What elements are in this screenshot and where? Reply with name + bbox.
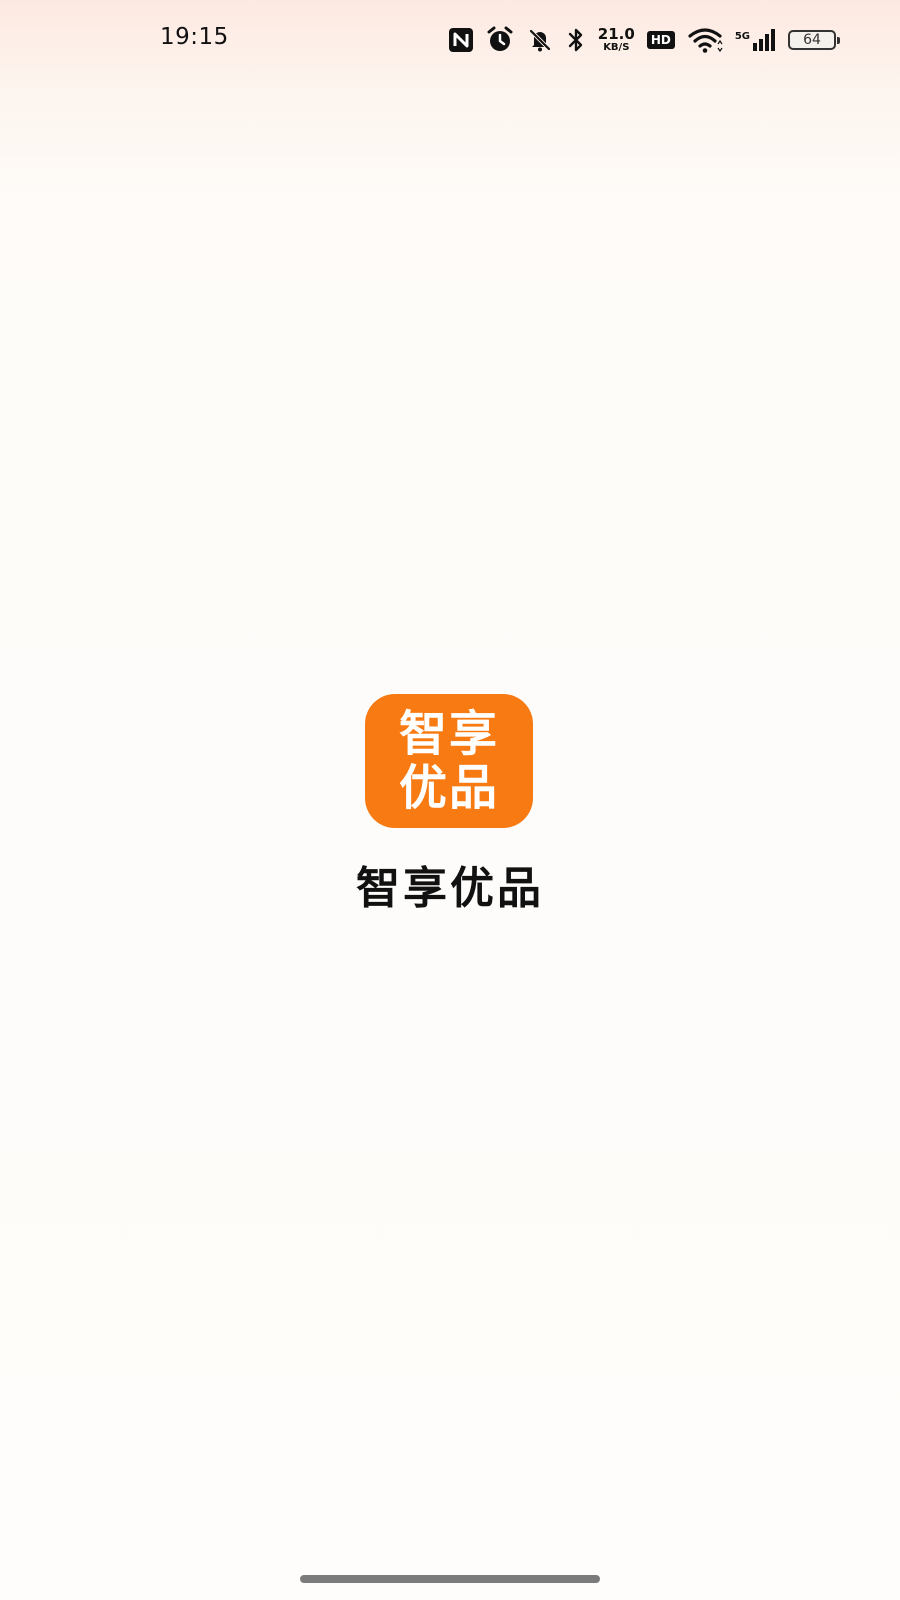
bluetooth-icon [566, 26, 586, 54]
status-time: 19:15 [160, 24, 229, 50]
network-speed: 21.0 KB/S [598, 27, 635, 53]
signal-bars-icon [753, 29, 775, 51]
battery-icon: 64 [788, 30, 840, 50]
alarm-icon [486, 26, 514, 54]
home-indicator[interactable] [300, 1575, 600, 1583]
wifi-icon [687, 26, 723, 54]
battery-level: 64 [803, 32, 821, 48]
network-speed-unit: KB/S [603, 42, 630, 53]
app-name: 智享优品 [356, 863, 544, 914]
status-bar: 19:15 21.0 KB/S HD 5G 64 [0, 0, 900, 80]
hd-badge: HD [646, 31, 675, 49]
cellular-signal: 5G [735, 28, 776, 52]
mute-bell-icon [526, 26, 554, 54]
network-speed-value: 21.0 [597, 25, 635, 43]
app-logo-line-2: 优品 [398, 760, 499, 816]
status-icons: 21.0 KB/S HD 5G 64 [448, 22, 840, 58]
nfc-icon [448, 27, 474, 53]
app-logo-line-1: 智享 [398, 706, 499, 762]
app-logo: 智享 优品 [365, 694, 533, 828]
network-type: 5G [734, 31, 750, 42]
